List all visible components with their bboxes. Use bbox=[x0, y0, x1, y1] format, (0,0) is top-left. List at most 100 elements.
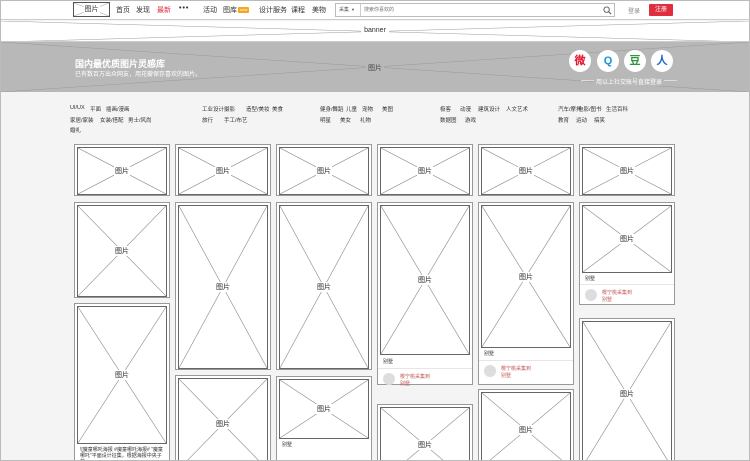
category-link[interactable]: 极客 bbox=[440, 105, 451, 113]
nav-item-home[interactable]: 首页 bbox=[116, 5, 130, 15]
category-link[interactable]: 美女 bbox=[340, 116, 351, 124]
category-link[interactable]: 旅行 bbox=[202, 116, 213, 124]
category-link[interactable]: 建筑设计 bbox=[478, 105, 500, 113]
pin-user-link[interactable]: 樱宁桃采集到 bbox=[501, 365, 531, 372]
pin-image[interactable]: 图片 bbox=[77, 205, 167, 297]
category-link[interactable]: 工业设计 bbox=[202, 105, 224, 113]
category-link[interactable]: 造型/美妆 bbox=[246, 105, 270, 113]
category-link[interactable]: 教育 bbox=[558, 116, 569, 124]
pin-user-link[interactable]: 樱宁桃采集到 bbox=[400, 373, 430, 380]
pin-board-link[interactable]: 别墅 bbox=[400, 380, 410, 387]
pin-board-link[interactable]: 别墅 bbox=[602, 296, 612, 303]
nav-more-button[interactable]: ••• bbox=[179, 5, 189, 12]
pin-card[interactable]: 图片 别墅 樱宁桃采集到 别墅 bbox=[579, 202, 675, 305]
category-link[interactable]: 摄影 bbox=[224, 105, 235, 113]
nav-item-design-service[interactable]: 设计服务 bbox=[259, 5, 287, 15]
pin-board-link[interactable]: 别墅 bbox=[501, 372, 511, 379]
pin-image[interactable]: 图片 bbox=[380, 407, 470, 461]
pin-image[interactable]: 图片 bbox=[77, 306, 167, 444]
image-placeholder-label: 图片 bbox=[417, 440, 433, 450]
pin-image[interactable]: 图片 bbox=[77, 147, 167, 195]
search-category-label: 采集 bbox=[339, 7, 350, 13]
pin-image[interactable]: 图片 bbox=[582, 321, 672, 461]
pin-card[interactable]: 图片 别墅 樱宁桃采集到 别墅 bbox=[478, 202, 574, 385]
pin-card[interactable]: 图片 别墅 樱宁桃采集到 别墅 bbox=[377, 202, 473, 387]
pin-card[interactable]: 图片 bbox=[74, 144, 170, 196]
category-link[interactable]: 家居/家装 bbox=[70, 116, 94, 124]
search-category-select[interactable]: 采集 ▼ bbox=[336, 4, 361, 16]
category-link[interactable]: 数据图 bbox=[440, 116, 457, 124]
avatar[interactable] bbox=[383, 373, 395, 385]
category-link[interactable]: 手工/布艺 bbox=[224, 116, 248, 124]
pin-card[interactable]: 图片 ![魔童哪吒海报 #魔童哪吒海报# "魔童哪吒"平面设计征集，根据海报中央子… bbox=[74, 303, 170, 461]
chevron-down-icon: ▼ bbox=[351, 7, 355, 12]
pin-card[interactable]: 图片 bbox=[175, 202, 271, 370]
nav-item-goods[interactable]: 美物 bbox=[312, 5, 326, 15]
pin-image[interactable]: 图片 bbox=[178, 205, 268, 369]
search-input[interactable] bbox=[364, 4, 599, 16]
category-link[interactable]: 儿童 bbox=[346, 105, 357, 113]
pin-image[interactable]: 图片 bbox=[481, 147, 571, 195]
pin-card[interactable]: 图片 bbox=[579, 144, 675, 196]
category-link[interactable]: 宠物 bbox=[362, 105, 373, 113]
category-link[interactable]: 插画/漫画 bbox=[106, 105, 130, 113]
pin-user-link[interactable]: 樱宁桃采集到 bbox=[602, 289, 632, 296]
category-link[interactable]: 游戏 bbox=[465, 116, 476, 124]
category-link[interactable]: 女装/搭配 bbox=[100, 116, 124, 124]
category-link[interactable]: 人文艺术 bbox=[506, 105, 528, 113]
category-link[interactable]: 明星 bbox=[320, 116, 331, 124]
qq-icon[interactable]: Q bbox=[597, 50, 619, 72]
category-link[interactable]: 美图 bbox=[382, 105, 393, 113]
category-link[interactable]: 生活百科 bbox=[606, 105, 628, 113]
pin-image[interactable]: 图片 bbox=[380, 205, 470, 355]
pin-card[interactable]: 图片 bbox=[377, 144, 473, 196]
image-placeholder-label: 图片 bbox=[114, 246, 130, 256]
pin-card[interactable]: 图片 bbox=[579, 318, 675, 461]
pin-card[interactable]: 图片 bbox=[74, 202, 170, 298]
pin-image[interactable]: 图片 bbox=[582, 147, 672, 195]
category-link[interactable]: 平面 bbox=[90, 105, 101, 113]
nav-item-gallery[interactable]: 图库 new bbox=[223, 5, 250, 15]
nav-item-discover[interactable]: 发现 bbox=[136, 5, 150, 15]
pin-image[interactable]: 图片 bbox=[279, 205, 369, 369]
pin-card[interactable]: 图片 bbox=[175, 144, 271, 196]
nav-item-latest[interactable]: 最新 bbox=[157, 5, 171, 15]
category-link[interactable]: 搞笑 bbox=[594, 116, 605, 124]
category-link[interactable]: 礼物 bbox=[360, 116, 371, 124]
category-link[interactable]: 美食 bbox=[272, 105, 283, 113]
weibo-icon[interactable]: 微 bbox=[569, 50, 591, 72]
login-link[interactable]: 登录 bbox=[628, 6, 640, 15]
pin-image[interactable]: 图片 bbox=[178, 378, 268, 461]
category-link[interactable]: 动漫 bbox=[460, 105, 471, 113]
avatar[interactable] bbox=[484, 365, 496, 377]
pin-card[interactable]: 图片 bbox=[175, 375, 271, 461]
pin-card[interactable]: 图片 bbox=[276, 144, 372, 196]
category-link[interactable]: 电影/图书 bbox=[578, 105, 602, 113]
pin-card[interactable]: 图片 bbox=[276, 202, 372, 370]
pin-image[interactable]: 图片 bbox=[582, 205, 672, 273]
logo[interactable]: 图片 bbox=[73, 2, 110, 17]
renren-icon[interactable]: 人 bbox=[651, 50, 673, 72]
category-link[interactable]: 婚礼 bbox=[70, 126, 81, 134]
category-link[interactable]: 健身/舞蹈 bbox=[320, 105, 344, 113]
category-link[interactable]: 男士/风尚 bbox=[128, 116, 152, 124]
avatar[interactable] bbox=[585, 289, 597, 301]
pin-image[interactable]: 图片 bbox=[279, 379, 369, 439]
pin-image[interactable]: 图片 bbox=[178, 147, 268, 195]
category-link[interactable]: UI/UX bbox=[70, 105, 85, 111]
douban-icon[interactable]: 豆 bbox=[624, 50, 646, 72]
pin-card[interactable]: 图片 bbox=[377, 404, 473, 461]
pin-card[interactable]: 图片 bbox=[478, 144, 574, 196]
pin-card[interactable]: 图片 别墅 bbox=[276, 376, 372, 461]
nav-item-activity[interactable]: 活动 bbox=[203, 5, 217, 15]
pin-image[interactable]: 图片 bbox=[380, 147, 470, 195]
search-icon[interactable] bbox=[603, 6, 612, 15]
pin-image[interactable]: 图片 bbox=[481, 205, 571, 348]
pin-image[interactable]: 图片 bbox=[279, 147, 369, 195]
category-link[interactable]: 运动 bbox=[576, 116, 587, 124]
pin-card[interactable]: 图片 bbox=[478, 389, 574, 461]
pin-image[interactable]: 图片 bbox=[481, 392, 571, 461]
image-placeholder-label: 图片 bbox=[215, 282, 231, 292]
register-button[interactable]: 注册 bbox=[649, 4, 673, 16]
nav-item-course[interactable]: 课程 bbox=[291, 5, 305, 15]
